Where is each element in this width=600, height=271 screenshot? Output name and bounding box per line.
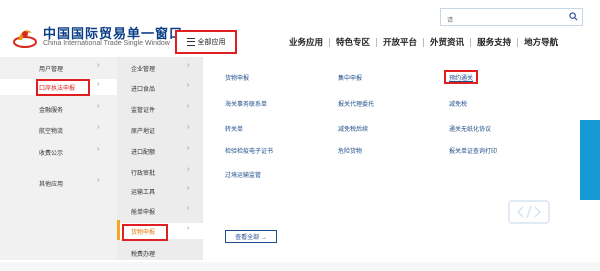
- menu1-item-fees[interactable]: 收费公示 ›: [0, 144, 117, 160]
- menu2-label: 监管证件: [131, 108, 156, 114]
- menu2-label: 运输工具: [131, 190, 156, 196]
- nav-trade-news[interactable]: 外贸资讯: [424, 36, 470, 48]
- menu1-item-finance[interactable]: 金融服务 ›: [0, 101, 117, 117]
- chevron-right-icon: ›: [97, 103, 100, 110]
- chevron-right-icon: ›: [97, 124, 100, 131]
- menu2-item[interactable]: 监管证件 ›: [117, 101, 203, 117]
- chevron-right-icon: ›: [187, 145, 190, 152]
- nav-local[interactable]: 地方导航: [518, 36, 564, 48]
- menu2-item[interactable]: 企业管理 ›: [117, 60, 203, 76]
- logo-icon: [13, 30, 37, 48]
- menu2-label: 原产地证: [131, 129, 156, 135]
- view-all-button[interactable]: 查看全部 →: [225, 230, 277, 243]
- site-subtitle: China International Trade Single Window: [43, 40, 170, 47]
- panel-link[interactable]: 通关无纸化协议: [449, 124, 491, 133]
- chevron-right-icon: ›: [187, 62, 190, 69]
- bottom-strip: [0, 262, 600, 271]
- chevron-right-icon: ›: [187, 205, 190, 212]
- chevron-right-icon: ›: [187, 124, 190, 131]
- highlight-box: [122, 224, 168, 241]
- chevron-right-icon: ›: [97, 146, 100, 153]
- search-input[interactable]: [445, 13, 567, 29]
- all-apps-label: 全部应用: [197, 39, 226, 46]
- menu2-item[interactable]: 进口配额 ›: [117, 143, 203, 159]
- menu2-item[interactable]: 税费办理: [117, 245, 203, 261]
- active-indicator: [117, 220, 120, 240]
- menu2-label: 企业管理: [131, 67, 156, 73]
- menu1-label: 收费公示: [39, 151, 64, 157]
- menu1-label: 金融服务: [39, 108, 64, 114]
- menu1-item-other[interactable]: 其他应用 ›: [0, 175, 117, 191]
- menu1-item-air-logistics[interactable]: 航空物流 ›: [0, 122, 117, 138]
- chevron-right-icon: ›: [187, 103, 190, 110]
- highlight-box: [36, 79, 90, 96]
- menu2-item[interactable]: 运输工具 ›: [117, 183, 203, 199]
- panel-link[interactable]: 减免税后续: [338, 124, 368, 133]
- highlight-box: [444, 70, 478, 84]
- menu2-item[interactable]: 原产地证 ›: [117, 122, 203, 138]
- menu2-label: 行政审批: [131, 171, 156, 177]
- chevron-right-icon: ›: [187, 225, 190, 232]
- top-nav: 业务应用 特色专区 开放平台 外贸资讯 服务支持 地方导航: [283, 36, 564, 48]
- panel-link[interactable]: 报关代理委托: [338, 99, 374, 108]
- menu1-label: 其他应用: [39, 182, 64, 188]
- panel-link[interactable]: 海关事务联系单: [225, 99, 267, 108]
- all-apps-button[interactable]: 全部应用: [175, 30, 237, 54]
- panel-link[interactable]: 集中申报: [338, 73, 362, 82]
- panel-link[interactable]: 检验检疫电子证书: [225, 146, 273, 155]
- code-icon: [508, 200, 550, 224]
- nav-open-platform[interactable]: 开放平台: [377, 36, 423, 48]
- nav-business-apps[interactable]: 业务应用: [283, 36, 329, 48]
- panel-link[interactable]: 减免税: [449, 99, 467, 108]
- search-box[interactable]: [440, 8, 583, 29]
- nav-support[interactable]: 服务支持: [471, 36, 517, 48]
- menu2-label: 进口配额: [131, 150, 156, 156]
- chevron-right-icon: ›: [97, 177, 100, 184]
- panel-link[interactable]: 货物申报: [225, 73, 249, 82]
- menu2-label: 税费办理: [131, 252, 156, 258]
- menu1-label: 用户管理: [39, 67, 64, 73]
- chevron-right-icon: ›: [187, 185, 190, 192]
- menu-icon: [186, 38, 195, 46]
- chevron-right-icon: ›: [97, 81, 100, 88]
- chevron-right-icon: ›: [97, 62, 100, 69]
- menu2-label: 舱单申报: [131, 210, 156, 216]
- menu2-item[interactable]: 行政审批 ›: [117, 164, 203, 180]
- menu2-item[interactable]: 进口食品 ›: [117, 80, 203, 96]
- chevron-right-icon: ›: [187, 166, 190, 173]
- chevron-right-icon: ›: [187, 82, 190, 89]
- panel-link[interactable]: 过境运输监管: [225, 170, 261, 179]
- panel-link[interactable]: 报关单证查询打印: [449, 146, 497, 155]
- menu2-item[interactable]: 舱单申报 ›: [117, 203, 203, 219]
- menu1-item-user-management[interactable]: 用户管理 ›: [0, 60, 117, 76]
- nav-featured[interactable]: 特色专区: [330, 36, 376, 48]
- panel-link[interactable]: 危险货物: [338, 146, 362, 155]
- menu1-label: 航空物流: [39, 129, 64, 135]
- menu2-label: 进口食品: [131, 87, 156, 93]
- search-icon[interactable]: [569, 12, 578, 21]
- panel-link[interactable]: 转关单: [225, 124, 243, 133]
